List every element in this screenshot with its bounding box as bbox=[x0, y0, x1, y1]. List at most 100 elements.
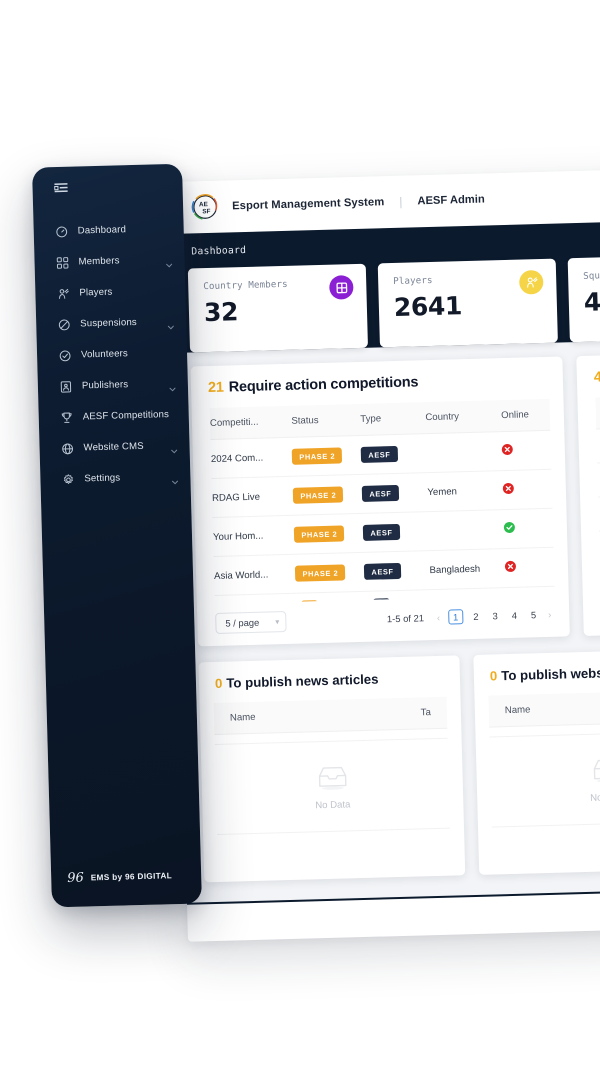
sidebar-item-dashboard[interactable]: Dashboard bbox=[33, 213, 184, 248]
column-header-online[interactable]: Online bbox=[500, 398, 551, 432]
panel-divider bbox=[491, 820, 600, 828]
check-circle-icon bbox=[59, 349, 71, 361]
sidebar-item-members[interactable]: Members bbox=[34, 244, 185, 279]
panel-count: 21 bbox=[207, 379, 224, 397]
require-action-competitions-panel: 21 Require action competitions Competiti… bbox=[190, 356, 570, 647]
secondary-table bbox=[595, 388, 600, 566]
menu-collapse-icon[interactable] bbox=[54, 180, 182, 194]
sidebar-item-label: Settings bbox=[84, 472, 121, 485]
secondary-table-wrap bbox=[577, 388, 600, 566]
cell-competition-name: RDAG Live bbox=[211, 476, 294, 518]
sidebar-item-label: Suspensions bbox=[80, 316, 137, 330]
panel-title: 0 To publish news articles bbox=[198, 655, 460, 703]
app-subtitle: AESF Admin bbox=[417, 193, 485, 208]
column-header-type[interactable]: Type bbox=[359, 402, 426, 436]
pagination: 1-5 of 21 ‹ 1 2 3 4 5 › bbox=[387, 607, 554, 626]
stat-value: 2641 bbox=[393, 291, 463, 322]
logo-text-bottom: SF bbox=[202, 208, 210, 215]
chevron-down-icon[interactable] bbox=[165, 256, 173, 268]
cell-country bbox=[425, 431, 503, 473]
pagination-page-5[interactable]: 5 bbox=[527, 608, 541, 621]
pagination-page-1[interactable]: 1 bbox=[447, 609, 464, 625]
sidebar-item-volunteers[interactable]: Volunteers bbox=[37, 337, 188, 372]
chevron-down-icon[interactable] bbox=[167, 318, 174, 330]
chevron-down-icon: ▾ bbox=[275, 617, 280, 627]
dashboard-icon bbox=[56, 225, 68, 237]
competitions-table: Competiti... Status Type Country Online bbox=[209, 398, 555, 596]
page-size-value: 5 / page bbox=[225, 616, 260, 629]
type-badge: AESF bbox=[364, 562, 401, 580]
sidebar-item-publishers[interactable]: Publishers bbox=[38, 368, 189, 403]
pagination-page-4[interactable]: 4 bbox=[508, 609, 522, 622]
online-status-error-icon bbox=[505, 560, 517, 573]
sidebar-item-players[interactable]: Players bbox=[35, 275, 186, 310]
chevron-down-icon[interactable] bbox=[169, 380, 176, 392]
status-badge: PHASE 2 bbox=[292, 447, 343, 465]
sidebar-item-suspensions[interactable]: Suspensions bbox=[36, 306, 187, 341]
empty-state: No Data bbox=[201, 738, 464, 824]
column-header-country[interactable]: Country bbox=[424, 400, 502, 434]
publish-news-articles-panel: 0 To publish news articles Name Ta No Da… bbox=[198, 655, 466, 883]
online-status-error-icon bbox=[501, 443, 514, 456]
sidebar-item-aesf-competitions[interactable]: AESF Competitions bbox=[38, 399, 189, 434]
player-icon bbox=[57, 287, 69, 299]
cell-competition-name: 2024 Com... bbox=[210, 437, 293, 479]
sidebar-item-settings[interactable]: Settings bbox=[40, 461, 191, 496]
gear-icon bbox=[62, 473, 74, 485]
panel-count: 0 bbox=[214, 675, 223, 691]
empty-state: No Data bbox=[476, 731, 600, 817]
secondary-competitions-panel: 48 bbox=[576, 346, 600, 636]
sidebar-item-label: AESF Competitions bbox=[82, 409, 170, 423]
cell-country bbox=[427, 509, 505, 551]
sidebar: Dashboard Members Players Suspensions Vo… bbox=[31, 163, 202, 908]
sidebar-item-label: Dashboard bbox=[77, 224, 127, 237]
column-header-status[interactable]: Status bbox=[290, 403, 361, 438]
online-status-error-icon bbox=[503, 482, 515, 495]
chevron-down-icon[interactable] bbox=[171, 473, 179, 485]
sidebar-item-label: Publishers bbox=[81, 379, 129, 392]
stat-card-squads[interactable]: Squ 4 bbox=[567, 253, 600, 343]
ban-icon bbox=[58, 318, 70, 330]
online-status-ok-icon bbox=[504, 521, 516, 534]
stat-label: Squ bbox=[582, 270, 600, 282]
sidebar-nav: Dashboard Members Players Suspensions Vo… bbox=[33, 213, 190, 496]
pagination-prev-button[interactable]: ‹ bbox=[435, 612, 442, 623]
status-badge: PHASE 2 bbox=[294, 525, 345, 543]
status-badge: PHASE 2 bbox=[293, 486, 344, 504]
panel-title: 0To publish website e bbox=[473, 648, 600, 696]
chevron-down-icon[interactable] bbox=[170, 442, 178, 454]
panel-title-text: To publish website e bbox=[501, 665, 600, 684]
column-header-name[interactable]: Name bbox=[230, 712, 256, 724]
pagination-page-2[interactable]: 2 bbox=[469, 610, 483, 623]
globe-icon bbox=[61, 442, 74, 454]
pagination-page-3[interactable]: 3 bbox=[488, 609, 502, 622]
stat-card-players[interactable]: Players 2641 bbox=[377, 258, 558, 348]
column-header-tags[interactable]: Ta bbox=[421, 707, 431, 718]
panel-title-text: To publish news articles bbox=[226, 671, 379, 691]
sidebar-header bbox=[32, 164, 183, 195]
panel-count: 48 bbox=[593, 369, 600, 386]
stat-card-row: Country Members 32 Players 2641 Squ 4 bbox=[170, 253, 600, 353]
cell-country: Yemen bbox=[426, 470, 504, 512]
panel-divider bbox=[217, 827, 451, 835]
pagination-next-button[interactable]: › bbox=[546, 609, 553, 620]
page-size-select[interactable]: 5 / page ▾ bbox=[215, 611, 287, 634]
empty-state-label: No Data bbox=[590, 792, 600, 804]
status-badge: PHASE 2 bbox=[295, 564, 346, 582]
sidebar-footer-label: EMS by 96 DIGITAL bbox=[90, 871, 173, 883]
title-separator: | bbox=[399, 194, 403, 209]
trophy-icon bbox=[61, 411, 73, 423]
sidebar-item-label: Players bbox=[79, 286, 113, 299]
panel-title: 48 bbox=[576, 346, 600, 398]
stat-card-country-members[interactable]: Country Members 32 bbox=[187, 263, 368, 353]
column-header-competition[interactable]: Competiti... bbox=[209, 405, 292, 440]
dashboard-dark-region: Dashboard Country Members 32 Players 264… bbox=[168, 218, 600, 905]
panel-title-text: Require action competitions bbox=[228, 374, 419, 396]
app-window: AE SF Esport Management System | AESF Ad… bbox=[167, 166, 600, 942]
panel-count: 0 bbox=[489, 668, 498, 684]
stat-value: 32 bbox=[203, 297, 239, 328]
screenshot-stage: AE SF Esport Management System | AESF Ad… bbox=[0, 0, 600, 1080]
aesf-logo-icon: AE SF bbox=[190, 192, 221, 223]
sidebar-item-website-cms[interactable]: Website CMS bbox=[39, 430, 190, 465]
column-header-name[interactable]: Name bbox=[505, 704, 531, 716]
